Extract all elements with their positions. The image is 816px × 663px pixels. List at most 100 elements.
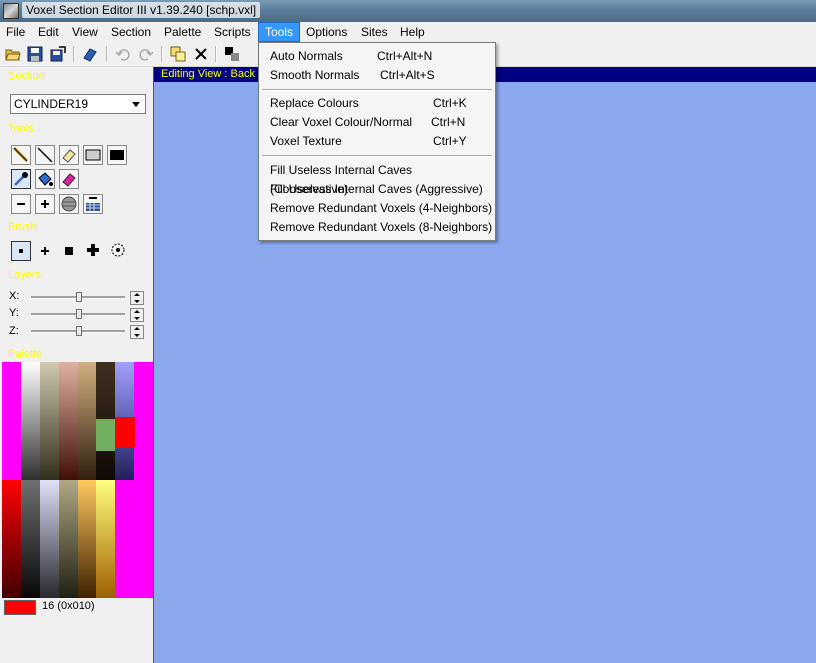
palette-column[interactable]	[39, 480, 59, 598]
darken-lighten-tool[interactable]	[59, 169, 79, 189]
menu-separator	[262, 155, 492, 157]
zoom-in-button[interactable]	[35, 194, 55, 214]
colour-swap-icon[interactable]	[224, 46, 240, 62]
menu-item-voxel-texture[interactable]: Voxel Texture Ctrl+Y	[261, 132, 493, 151]
rectangle-outline-icon	[85, 149, 101, 161]
menu-item-replace-colours[interactable]: Replace Colours Ctrl+K	[261, 94, 493, 113]
layer-y-slider-thumb[interactable]	[76, 309, 82, 319]
palette-column[interactable]	[20, 480, 40, 598]
eraser-tool[interactable]	[59, 145, 79, 165]
palette-column[interactable]	[96, 480, 116, 598]
brush-dot-icon	[19, 249, 23, 253]
save-as-icon[interactable]	[50, 46, 66, 62]
layer-y-spin-icon[interactable]	[130, 308, 144, 322]
menu-options[interactable]: Options	[300, 22, 353, 42]
chevron-down-icon[interactable]	[129, 96, 143, 112]
left-panel: Section CYLINDER19 Tools Brush Layers X:…	[0, 67, 153, 663]
section-select[interactable]: CYLINDER19	[10, 94, 146, 114]
menu-item-shortcut: Ctrl+K	[433, 96, 467, 110]
undo-icon[interactable]	[115, 46, 131, 62]
menu-item-remove-redundant-4[interactable]: Remove Redundant Voxels (4-Neighbors)	[261, 199, 493, 218]
layer-x-slider-thumb[interactable]	[76, 292, 82, 302]
brush-label: Brush	[8, 221, 37, 233]
menu-item-fill-caves-conservative[interactable]: Fill Useless Internal Caves (Conservativ…	[261, 161, 493, 196]
menu-scripts[interactable]: Scripts	[208, 22, 257, 42]
title-bar: Voxel Section Editor III v1.39.240 [schp…	[0, 0, 816, 22]
menu-section[interactable]: Section	[105, 22, 157, 42]
palette-label: Palette	[8, 348, 43, 360]
palette-column[interactable]	[115, 480, 135, 598]
menu-tools[interactable]: Tools	[258, 22, 301, 42]
palette-column[interactable]	[2, 480, 21, 598]
line-icon	[37, 147, 53, 163]
layer-x-spin-icon[interactable]	[130, 291, 144, 305]
line-tool[interactable]	[35, 145, 55, 165]
menu-item-smooth-normals[interactable]: Smooth Normals Ctrl+Alt+S	[261, 66, 493, 85]
palette-column[interactable]	[96, 419, 115, 451]
filled-rectangle-tool[interactable]	[107, 145, 127, 165]
menu-item-label: Fill Useless Internal Caves (Aggressive)	[270, 182, 483, 196]
menu-palette[interactable]: Palette	[158, 22, 207, 42]
menu-item-label: Auto Normals	[270, 49, 343, 63]
redo-icon[interactable]	[138, 46, 154, 62]
eyedropper-icon	[14, 172, 28, 186]
brush-size-1[interactable]	[11, 241, 31, 261]
eraser-icon	[62, 149, 76, 163]
pencil-icon	[12, 146, 29, 163]
smooth-tool[interactable]	[59, 194, 79, 214]
brush-spray-icon[interactable]	[110, 242, 126, 258]
toolbar-separator	[73, 46, 75, 62]
menu-edit[interactable]: Edit	[32, 22, 65, 42]
palette-column[interactable]	[2, 362, 21, 480]
menu-item-fill-caves-aggressive[interactable]: Fill Useless Internal Caves (Aggressive)	[261, 180, 493, 199]
menu-item-remove-redundant-8[interactable]: Remove Redundant Voxels (8-Neighbors)	[261, 218, 493, 237]
palette-column[interactable]	[115, 417, 135, 447]
palette-column[interactable]	[58, 362, 78, 480]
paint-bucket-icon	[38, 172, 53, 186]
menu-view[interactable]: View	[66, 22, 104, 42]
menu-file[interactable]: File	[0, 22, 31, 42]
menu-item-shortcut: Ctrl+Alt+N	[377, 49, 433, 63]
menu-bar: File Edit View Section Palette Scripts T…	[0, 22, 816, 42]
menu-item-label: Remove Redundant Voxels (4-Neighbors)	[270, 201, 493, 215]
tools-menu-dropdown: Auto Normals Ctrl+Alt+N Smooth Normals C…	[258, 42, 496, 241]
menu-help[interactable]: Help	[394, 22, 431, 42]
menu-item-clear-voxel[interactable]: Clear Voxel Colour/Normal Ctrl+N	[261, 113, 493, 132]
brush-size-3[interactable]	[62, 244, 76, 258]
zoom-out-button[interactable]	[11, 194, 31, 214]
3d-view-icon[interactable]	[82, 46, 98, 62]
brush-size-4[interactable]	[86, 243, 100, 257]
open-folder-icon[interactable]	[5, 46, 21, 62]
active-colour-swatch	[4, 600, 36, 615]
palette-column[interactable]	[77, 480, 97, 598]
app-icon	[3, 3, 19, 19]
menu-item-shortcut: Ctrl+N	[431, 115, 466, 129]
minus-icon	[17, 203, 25, 205]
layer-z-label: Z:	[9, 325, 19, 337]
menu-item-auto-normals[interactable]: Auto Normals Ctrl+Alt+N	[261, 47, 493, 66]
palette-column[interactable]	[58, 480, 78, 598]
palette-column[interactable]	[134, 480, 153, 598]
delete-icon[interactable]	[193, 46, 209, 62]
save-icon[interactable]	[27, 46, 43, 62]
colour-picker-tool[interactable]	[11, 169, 31, 189]
pencil-tool[interactable]	[11, 145, 31, 165]
menu-item-label: Smooth Normals	[270, 68, 360, 82]
palette-column[interactable]	[39, 362, 59, 480]
layer-z-spin-icon[interactable]	[130, 325, 144, 339]
menu-sites[interactable]: Sites	[355, 22, 394, 42]
palette-column[interactable]	[20, 362, 40, 480]
menu-separator	[262, 89, 492, 91]
menu-item-label: Replace Colours	[270, 96, 359, 110]
palette-column[interactable]	[134, 362, 153, 480]
brush-size-2[interactable]	[38, 244, 52, 258]
normals-tool[interactable]	[83, 194, 103, 214]
toolbar-separator	[161, 46, 163, 62]
copy-section-icon[interactable]	[170, 46, 186, 62]
palette-column[interactable]	[77, 362, 97, 480]
rectangle-tool[interactable]	[83, 145, 103, 165]
menu-item-shortcut: Ctrl+Y	[433, 134, 467, 148]
palette-grid[interactable]	[2, 362, 153, 598]
fill-tool[interactable]	[35, 169, 55, 189]
layer-z-slider-thumb[interactable]	[76, 326, 82, 336]
